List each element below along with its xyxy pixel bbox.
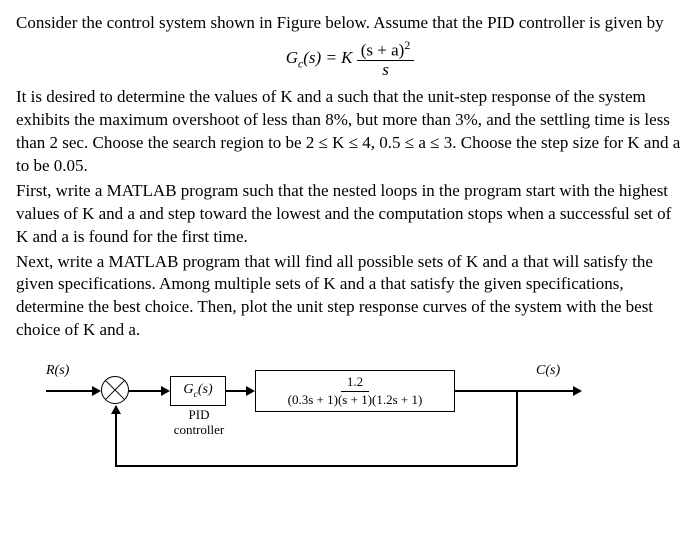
line-fb-across bbox=[115, 465, 517, 467]
arrow-fb-to-sum bbox=[111, 405, 121, 414]
line-out bbox=[455, 390, 575, 392]
task2-paragraph: Next, write a MATLAB program that will f… bbox=[16, 251, 684, 343]
pid-block: Gc(s) bbox=[170, 376, 226, 406]
summing-junction-icon bbox=[101, 376, 129, 404]
line-sum-gc bbox=[129, 390, 163, 392]
plant-denominator: (0.3s + 1)(s + 1)(1.2s + 1) bbox=[282, 392, 429, 407]
arrow-to-plant bbox=[246, 386, 255, 396]
input-label: R(s) bbox=[46, 362, 69, 381]
pid-caption: PIDcontroller bbox=[168, 408, 230, 437]
output-label: C(s) bbox=[536, 362, 560, 381]
arrow-out bbox=[573, 386, 582, 396]
line-fb-down bbox=[516, 390, 518, 466]
spec-paragraph: It is desired to determine the values of… bbox=[16, 86, 684, 178]
arrow-to-gc bbox=[161, 386, 170, 396]
problem-intro: Consider the control system shown in Fig… bbox=[16, 12, 684, 35]
plant-numerator: 1.2 bbox=[341, 375, 369, 391]
line-fb-up bbox=[115, 413, 117, 466]
line-in bbox=[46, 390, 94, 392]
block-diagram: R(s) Gc(s) 1.2 (0.3s + 1)(s + 1)(1.2s + … bbox=[46, 356, 606, 486]
controller-equation: Gc(s) = K (s + a)2 s bbox=[16, 39, 684, 80]
task1-paragraph: First, write a MATLAB program such that … bbox=[16, 180, 684, 249]
line-gc-plant bbox=[226, 390, 248, 392]
plant-block: 1.2 (0.3s + 1)(s + 1)(1.2s + 1) bbox=[255, 370, 455, 412]
arrow-to-sum bbox=[92, 386, 101, 396]
